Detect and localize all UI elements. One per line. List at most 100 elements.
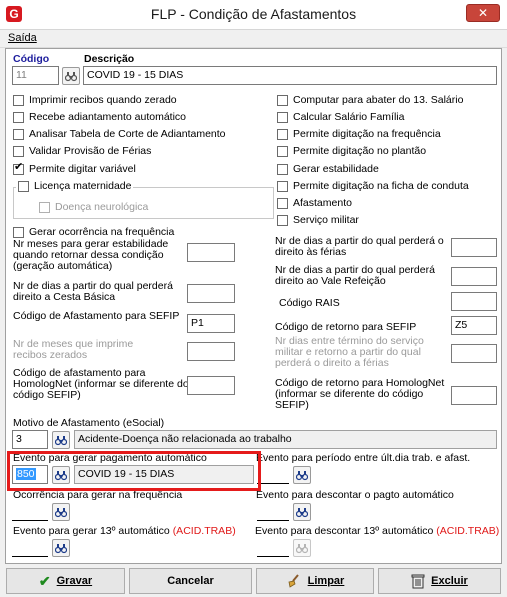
- check-computar-13[interactable]: Computar para abater do 13. Salário: [277, 93, 463, 107]
- gerar13-search-button[interactable]: [52, 539, 70, 557]
- nr-meses-estab-input[interactable]: [187, 243, 235, 262]
- checkbox[interactable]: [277, 180, 288, 192]
- checkbox[interactable]: [13, 94, 24, 106]
- check-doenca-neurologica[interactable]: Doença neurológica: [39, 200, 148, 214]
- checkbox[interactable]: [13, 145, 24, 157]
- nr-meses-estab-label: Nr meses para gerar estabilidade quando …: [13, 238, 169, 272]
- ocorrencia-search-button[interactable]: [52, 503, 70, 521]
- evento-descontar-input[interactable]: [257, 502, 289, 521]
- window-title: FLP - Condição de Afastamentos: [150, 6, 357, 22]
- check-recebe-adiantamento[interactable]: Recebe adiantamento automático: [13, 110, 186, 124]
- checkbox[interactable]: ✔: [13, 160, 24, 175]
- evento-descontar-label: Evento para descontar o pagto automático: [256, 489, 454, 501]
- checkbox[interactable]: [277, 94, 288, 106]
- checkbox[interactable]: [277, 163, 288, 175]
- gerar13-tag: (ACID.TRAB): [172, 525, 236, 537]
- binoculars-icon: [296, 471, 308, 481]
- gerar13-input[interactable]: [12, 538, 48, 557]
- close-icon: ✕: [477, 6, 489, 20]
- checkbox[interactable]: [13, 111, 24, 123]
- evento-periodo-label: Evento para período entre últ.dia trab. …: [256, 452, 471, 464]
- binoculars-icon: [55, 436, 67, 446]
- motivo-desc-input: Acidente-Doença não relacionada ao traba…: [74, 430, 497, 449]
- trash-icon: [411, 574, 425, 589]
- descontar13-search-button[interactable]: [293, 539, 311, 557]
- gravar-button[interactable]: ✔ Gravar: [6, 568, 125, 594]
- codigo-rais-label: Código RAIS: [279, 297, 340, 309]
- evento-periodo-search-button[interactable]: [293, 466, 311, 484]
- cod-retorno-homolognet-label: Código de retorno para HomologNet (infor…: [275, 377, 445, 411]
- evento-periodo-input[interactable]: [257, 465, 289, 484]
- binoculars-icon: [55, 508, 67, 518]
- excluir-button[interactable]: Excluir: [378, 568, 501, 594]
- cod-homolognet-input[interactable]: [187, 376, 235, 395]
- broom-icon: [288, 574, 299, 588]
- motivo-code-input[interactable]: 3: [12, 430, 48, 449]
- descontar13-input[interactable]: [257, 538, 289, 557]
- nr-dias-cesta-label: Nr de dias a partir do qual perderá dire…: [13, 280, 173, 303]
- menu-item-saida[interactable]: Saída: [8, 32, 37, 44]
- button-bar: ✔ Gravar Cancelar Limpar Excluir: [0, 564, 507, 597]
- nr-dias-cesta-input[interactable]: [187, 284, 235, 303]
- ocorrencia-input[interactable]: [12, 502, 48, 521]
- cod-afast-sefip-input[interactable]: P1: [187, 314, 235, 333]
- codigo-label: Código: [13, 53, 50, 65]
- check-servico-militar[interactable]: Serviço militar: [277, 213, 359, 227]
- licenca-group: Licença maternidade Doença neurológica: [13, 180, 274, 219]
- codigo-search-button[interactable]: [62, 67, 80, 85]
- motivo-search-button[interactable]: [52, 431, 70, 449]
- check-digitacao-plantao[interactable]: Permite digitação no plantão: [277, 144, 426, 158]
- nr-dias-termino-label: Nr dias entre término do serviço militar…: [275, 335, 424, 369]
- nr-dias-ferias-input[interactable]: [451, 238, 497, 257]
- check-permite-digitar-variavel[interactable]: ✔ Permite digitar variável: [13, 160, 136, 176]
- check-afastamento[interactable]: Afastamento: [277, 196, 352, 210]
- checkbox[interactable]: [39, 201, 50, 213]
- limpar-button[interactable]: Limpar: [256, 568, 374, 594]
- descricao-label: Descrição: [84, 53, 135, 65]
- binoculars-icon: [55, 544, 67, 554]
- check-ficha-conduta[interactable]: Permite digitação na ficha de conduta: [277, 179, 469, 193]
- checkbox[interactable]: [13, 128, 24, 140]
- cod-retorno-sefip-label: Código de retorno para SEFIP: [275, 321, 417, 333]
- nr-dias-vale-label: Nr de dias a partir do qual perderá dire…: [275, 264, 435, 287]
- check-analisar-tabela[interactable]: Analisar Tabela de Corte de Adiantamento: [13, 127, 226, 141]
- checkbox[interactable]: [277, 111, 288, 123]
- nr-dias-termino-input[interactable]: [451, 344, 497, 363]
- nr-dias-vale-input[interactable]: [451, 267, 497, 286]
- checkmark-icon: ✔: [38, 573, 51, 589]
- menu-bar: Saída: [0, 30, 507, 48]
- descontar13-tag: (ACID.TRAB): [436, 525, 500, 537]
- cancelar-button[interactable]: Cancelar: [129, 568, 252, 594]
- cod-homolognet-label: Código de afastamento para HomologNet (i…: [13, 367, 189, 401]
- checkbox[interactable]: [277, 214, 288, 226]
- checkmark-icon: ✔: [14, 160, 24, 173]
- gerar13-label: Evento para gerar 13º automático (ACID.T…: [13, 525, 236, 537]
- binoculars-icon: [296, 508, 308, 518]
- cod-retorno-homolognet-input[interactable]: [451, 386, 497, 405]
- binoculars-icon: [296, 544, 308, 554]
- check-digitacao-frequencia[interactable]: Permite digitação na frequência: [277, 127, 441, 141]
- evento-descontar-search-button[interactable]: [293, 503, 311, 521]
- check-validar-provisao[interactable]: Validar Provisão de Férias: [13, 144, 151, 158]
- licenca-check[interactable]: Licença maternidade: [16, 180, 134, 192]
- checkbox[interactable]: [277, 197, 288, 209]
- checkbox[interactable]: [277, 128, 288, 140]
- close-button[interactable]: ✕: [466, 4, 500, 22]
- checkbox[interactable]: [18, 180, 29, 192]
- nr-meses-recibos-input[interactable]: [187, 342, 235, 361]
- codigo-rais-input[interactable]: [451, 292, 497, 311]
- cod-retorno-sefip-input[interactable]: Z5: [451, 316, 497, 335]
- checkbox[interactable]: [13, 226, 24, 238]
- highlight-box: [7, 451, 261, 491]
- title-bar: G FLP - Condição de Afastamentos ✕: [0, 0, 507, 30]
- check-salario-familia[interactable]: Calcular Salário Família: [277, 110, 404, 124]
- check-gerar-ocorrencia[interactable]: Gerar ocorrência na frequência: [13, 225, 174, 239]
- descricao-input[interactable]: COVID 19 - 15 DIAS: [83, 66, 497, 85]
- nr-dias-ferias-label: Nr de dias a partir do qual perderá o di…: [275, 235, 444, 258]
- motivo-label: Motivo de Afastamento (eSocial): [13, 417, 165, 429]
- checkbox[interactable]: [277, 145, 288, 157]
- check-gerar-estabilidade[interactable]: Gerar estabilidade: [277, 162, 379, 176]
- codigo-input[interactable]: 11: [12, 66, 59, 85]
- descontar13-label: Evento para descontar 13º automático (AC…: [255, 525, 500, 537]
- check-imprimir-recibos[interactable]: Imprimir recibos quando zerado: [13, 93, 177, 107]
